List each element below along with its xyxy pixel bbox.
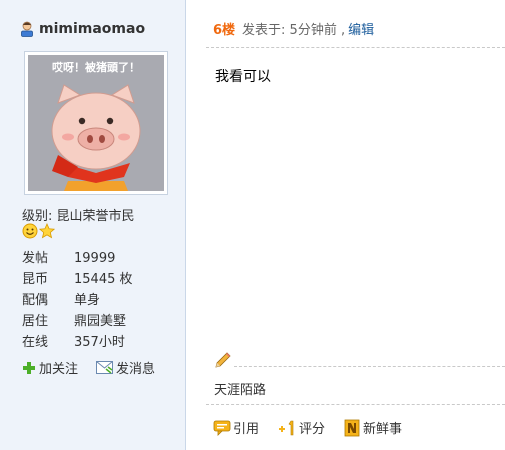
stat-label: 配偶 xyxy=(22,293,49,308)
level-badges xyxy=(22,223,55,239)
news-label: 新鲜事 xyxy=(363,422,403,437)
stat-spouse: 配偶 单身 xyxy=(22,290,133,311)
floor-number: 6楼 xyxy=(213,23,236,38)
header-divider xyxy=(206,47,505,48)
envelope-icon xyxy=(96,361,114,374)
stat-value: 单身 xyxy=(74,293,101,308)
rate-icon xyxy=(279,420,294,435)
stat-value: 357小时 xyxy=(74,335,125,350)
stat-value: 鼎园美墅 xyxy=(74,314,127,329)
signature-divider xyxy=(234,366,505,367)
username-row: mimimaomao xyxy=(20,19,145,39)
post-toolbar: 引用 评分 新鲜事 xyxy=(213,418,420,437)
stat-posts: 发帖 19999 xyxy=(22,248,133,269)
quote-label: 引用 xyxy=(233,422,260,437)
user-icon xyxy=(21,21,33,37)
stat-label: 昆币 xyxy=(22,272,49,287)
post-main: 6楼 发表于: 5分钟前 , 编辑 我看可以 天涯陌路 引用 评分 新鲜事 xyxy=(186,0,505,450)
rate-label: 评分 xyxy=(299,422,326,437)
post-content: 我看可以 xyxy=(215,69,271,85)
smiley-icon xyxy=(22,223,38,239)
stat-label: 发帖 xyxy=(22,251,49,266)
stat-online: 在线 357小时 xyxy=(22,332,133,353)
level-value: 昆山荣誉市民 xyxy=(56,209,135,224)
follow-button[interactable]: 加关注 xyxy=(22,358,78,377)
avatar-caption: 哎呀！被猪頭了！ xyxy=(52,60,140,74)
stat-coins: 昆币 15445 枚 xyxy=(22,269,133,290)
edit-link[interactable]: 编辑 xyxy=(348,19,374,38)
pencil-icon xyxy=(215,352,231,368)
news-button[interactable]: 新鲜事 xyxy=(343,418,402,437)
plus-icon xyxy=(23,361,35,374)
quote-button[interactable]: 引用 xyxy=(213,418,259,437)
stat-value: 15445 枚 xyxy=(74,272,133,287)
level-label: 级别: xyxy=(22,209,53,224)
news-icon xyxy=(344,419,360,436)
user-actions: 加关注 发消息 xyxy=(22,358,173,377)
rate-button[interactable]: 评分 xyxy=(277,418,325,437)
message-button[interactable]: 发消息 xyxy=(96,358,155,377)
post-header: 6楼 发表于: 5分钟前 , 编辑 xyxy=(213,19,374,38)
username[interactable]: mimimaomao xyxy=(39,21,145,37)
user-level: 级别: 昆山荣誉市民 xyxy=(22,205,135,224)
stat-label: 在线 xyxy=(22,335,49,350)
message-label: 发消息 xyxy=(116,362,156,377)
star-icon xyxy=(39,223,55,239)
avatar-image: 哎呀！被猪頭了！ xyxy=(28,55,164,191)
stat-value: 19999 xyxy=(74,251,116,266)
posted-time: 发表于: 5分钟前 , xyxy=(242,23,346,38)
stat-residence: 居住 鼎园美墅 xyxy=(22,311,133,332)
signature: 天涯陌路 xyxy=(214,383,267,398)
quote-icon xyxy=(213,420,231,436)
user-sidebar: mimimaomao 哎呀！被猪頭了！ 级别: 昆山荣誉市民 发帖 19999 … xyxy=(0,0,186,450)
user-stats: 发帖 19999 昆币 15445 枚 配偶 单身 居住 鼎园美墅 在线 357… xyxy=(22,248,133,353)
stat-label: 居住 xyxy=(22,314,49,329)
footer-divider xyxy=(206,404,505,405)
avatar[interactable]: 哎呀！被猪頭了！ xyxy=(24,51,168,195)
follow-label: 加关注 xyxy=(39,362,79,377)
